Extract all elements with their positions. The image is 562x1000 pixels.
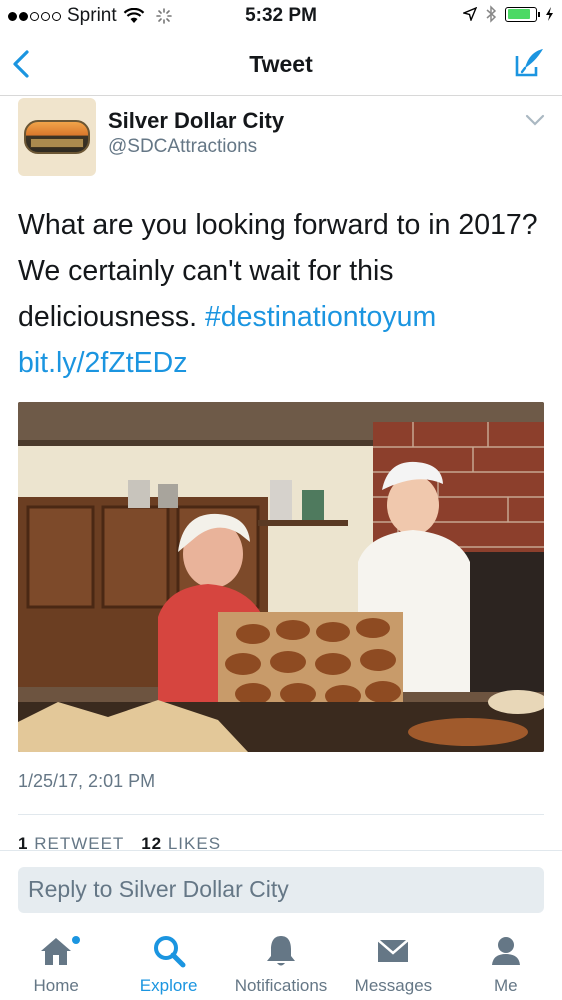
silver-dollar-city-logo (24, 120, 90, 154)
retweet-label: RETWEET (34, 834, 125, 851)
person-icon (491, 937, 520, 965)
tab-home-label: Home (33, 976, 79, 995)
tweet-photo[interactable] (18, 402, 544, 752)
page-title: Tweet (249, 51, 313, 77)
status-indicators (463, 5, 554, 23)
tab-me[interactable]: Me (450, 920, 562, 1000)
bakery-photo-image (18, 402, 544, 752)
reply-input[interactable]: Reply to Silver Dollar City (18, 867, 544, 913)
url-link[interactable]: bit.ly/2fZtEDz (18, 347, 187, 379)
home-icon (41, 938, 72, 965)
tweet-options-button[interactable] (524, 112, 546, 128)
bluetooth-icon (486, 5, 497, 23)
tab-home[interactable]: Home (0, 920, 112, 1000)
bell-icon (267, 936, 296, 966)
engagement-stats[interactable]: 1 RETWEET 12 LIKES (18, 834, 221, 851)
like-count: 12 (141, 834, 163, 851)
new-content-dot (72, 936, 80, 944)
retweet-count: 1 (18, 834, 29, 851)
charging-bolt-icon (546, 7, 553, 21)
search-icon (153, 936, 186, 968)
status-bar: Sprint 5:32 PM (0, 0, 562, 32)
chevron-down-icon (525, 114, 545, 126)
tab-bar: Home Explore Notifications Messages Me (0, 920, 562, 1000)
like-label: LIKES (167, 834, 222, 851)
tab-notifications-label: Notifications (234, 976, 328, 995)
location-arrow-icon (463, 7, 477, 21)
tab-me-label: Me (494, 976, 518, 995)
author-handle[interactable]: @SDCAttractions (108, 136, 257, 158)
reply-bar: Reply to Silver Dollar City (0, 850, 562, 920)
tweet-text: What are you looking forward to in 2017?… (18, 202, 548, 386)
tab-messages-label: Messages (354, 976, 433, 995)
tab-messages[interactable]: Messages (337, 920, 449, 1000)
battery-icon (505, 6, 540, 22)
divider (18, 814, 544, 815)
avatar[interactable] (18, 98, 96, 176)
tweet-timestamp: 1/25/17, 2:01 PM (18, 771, 156, 791)
tab-explore-label: Explore (139, 976, 198, 995)
compose-icon (515, 49, 543, 77)
tab-explore[interactable]: Explore (112, 920, 224, 1000)
tab-notifications[interactable]: Notifications (225, 920, 337, 1000)
author-name[interactable]: Silver Dollar City (108, 108, 284, 134)
navigation-bar: Tweet (0, 32, 562, 96)
hashtag-link[interactable]: #destinationtoyum (205, 301, 436, 333)
compose-button[interactable] (514, 46, 546, 78)
envelope-icon (377, 939, 410, 962)
